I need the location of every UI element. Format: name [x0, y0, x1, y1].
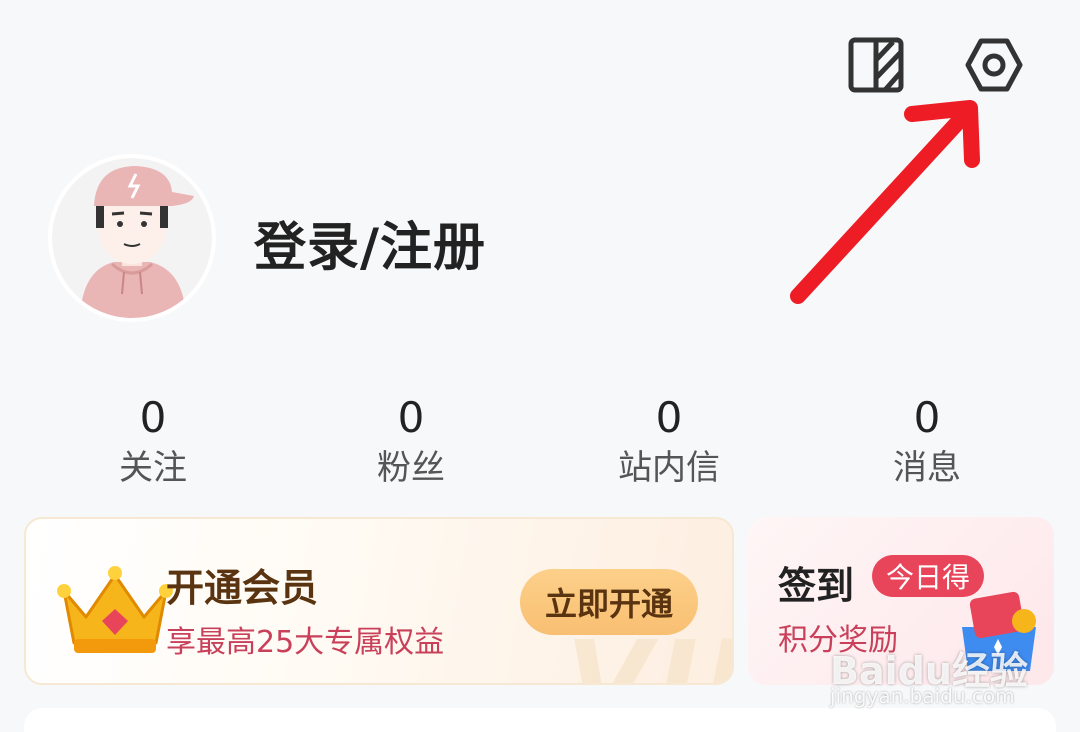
vip-card[interactable]: VIP 开通会员 享最高25大专属权益 立即开通 [24, 517, 734, 685]
theme-toggle-icon[interactable] [847, 36, 905, 94]
annotation-arrow-icon [790, 100, 980, 304]
vip-open-button[interactable]: 立即开通 [520, 569, 698, 635]
stat-value: 0 [913, 393, 941, 442]
stat-messages[interactable]: 0 消息 [798, 390, 1056, 500]
stat-label: 站内信 [618, 448, 720, 488]
baidu-watermark-url: jingyan.baidu.com [830, 684, 1015, 708]
vip-subtitle: 享最高25大专属权益 [166, 625, 445, 660]
sign-in-title: 签到 [778, 564, 855, 608]
sign-in-card[interactable]: 签到 今日得 积分奖励 [748, 517, 1054, 685]
settings-icon[interactable] [965, 36, 1023, 94]
gift-box-icon [962, 591, 1036, 671]
avatar[interactable] [52, 158, 212, 318]
crown-icon [57, 566, 173, 653]
stat-followers[interactable]: 0 粉丝 [282, 390, 540, 500]
stat-inbox[interactable]: 0 站内信 [540, 390, 798, 500]
vip-title: 开通会员 [166, 566, 319, 610]
stat-value: 0 [397, 393, 425, 442]
stats-row: 0 关注 0 粉丝 0 站内信 0 消息 [24, 390, 1056, 500]
profile-page: 登录/注册 0 关注 0 粉丝 0 站内信 0 消息 VIP 开通会员 [0, 0, 1080, 732]
login-register-link[interactable]: 登录/注册 [254, 205, 486, 280]
stat-label: 消息 [893, 448, 961, 488]
stat-following[interactable]: 0 关注 [24, 390, 282, 500]
bottom-card [24, 708, 1056, 732]
sign-in-subtitle: 积分奖励 [778, 623, 898, 658]
stat-value: 0 [139, 393, 167, 442]
default-avatar-icon [52, 158, 212, 318]
stat-label: 关注 [119, 448, 187, 488]
stat-value: 0 [655, 393, 683, 442]
stat-label: 粉丝 [377, 448, 445, 488]
